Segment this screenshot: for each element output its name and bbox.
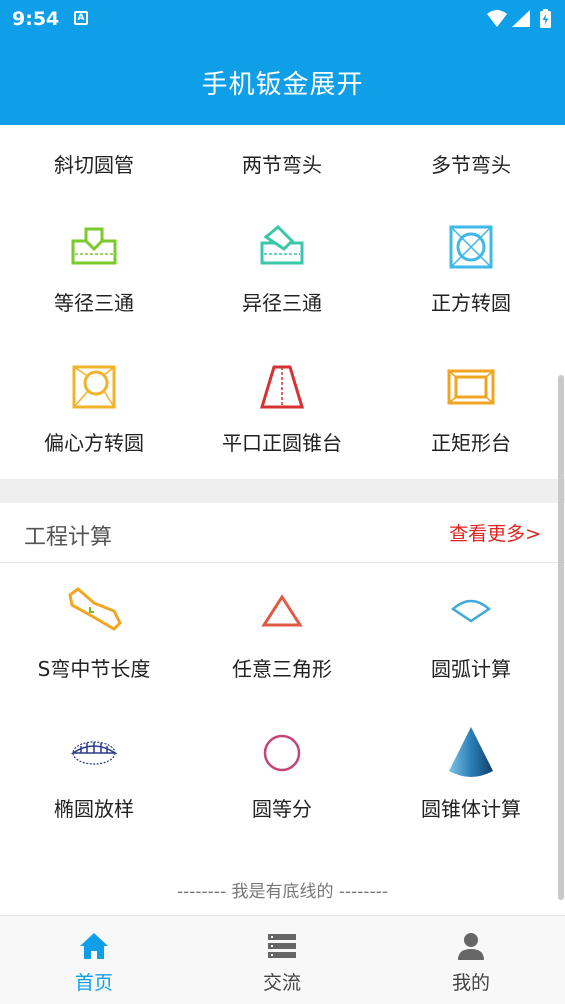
reducing-tee-icon [260,224,304,265]
circle-icon [263,734,301,772]
grid-item-label: 平口正圆锥台 [222,431,342,455]
nav-item-community[interactable]: 交流 [188,916,376,1004]
home-icon [80,933,108,959]
truncated-cone-icon [259,365,305,409]
rectangular-frustum-icon [447,369,495,405]
grid-item-s-bend[interactable]: S弯中节长度 [0,585,188,725]
grid-item-square-to-round[interactable]: 正方转圆 [377,219,565,359]
grid-item-label: 圆锥体计算 [421,797,521,821]
nav-item-home[interactable]: 首页 [0,916,188,1004]
s-bend-icon [68,587,122,631]
grid-item-multi-section-elbow[interactable]: 多节弯头 [377,125,565,203]
grid-item-circle[interactable]: 圆等分 [188,725,376,865]
bottom-nav: 首页 交流 我的 [0,915,565,1004]
grid-item-label: S弯中节长度 [37,657,151,681]
square-to-round-icon [449,225,493,269]
cone-icon [449,727,493,777]
grid-item-ellipse[interactable]: 椭圆放样 [0,725,188,865]
equal-tee-icon [71,227,117,265]
eccentric-square-to-round-icon [72,365,116,409]
grid-item-rectangular-frustum[interactable]: 正矩形台 [377,359,565,499]
grid-item-label: 多节弯头 [431,153,511,177]
person-icon [458,933,484,960]
grid-item-label: 等径三通 [54,291,134,315]
view-more-link[interactable]: 查看更多> [449,519,541,546]
status-bar: 9:54 A [0,0,565,38]
system-status-icons [487,9,551,28]
wifi-icon [487,10,507,27]
grid-item-cone[interactable]: 圆锥体计算 [377,725,565,865]
main-content[interactable]: 斜切圆管 两节弯头 多节弯头 等径三通 异径三通 正方转圆 偏心方转圆 平口正圆… [0,125,565,915]
triangle-icon [261,594,303,627]
grid-item-arc[interactable]: 圆弧计算 [377,585,565,725]
grid-item-two-section-elbow[interactable]: 两节弯头 [188,125,376,203]
calc-panel: S弯中节长度 任意三角形 圆弧计算 椭圆放样 圆等分 圆锥体计算 -------… [0,563,565,915]
grid-item-label: 圆弧计算 [431,657,511,681]
grid-item-eccentric-square-to-round[interactable]: 偏心方转圆 [0,359,188,499]
grid-item-label: 偏心方转圆 [44,431,144,455]
grid-item-reducing-tee[interactable]: 异径三通 [188,219,376,359]
unfold-panel: 斜切圆管 两节弯头 多节弯头 等径三通 异径三通 正方转圆 偏心方转圆 平口正圆… [0,125,565,479]
section-divider [0,479,565,503]
nav-item-label: 首页 [74,972,113,994]
battery-icon [540,9,551,28]
notification-icon: A [74,11,88,25]
scrollbar[interactable] [558,375,564,900]
calc-section-header: 工程计算 查看更多> [0,503,565,563]
page-title: 手机钣金展开 [201,70,364,100]
grid-item-triangle[interactable]: 任意三角形 [188,585,376,725]
grid-item-label: 两节弯头 [242,153,322,177]
calc-section-title: 工程计算 [24,525,113,550]
grid-item-label: 斜切圆管 [54,153,134,177]
grid-item-label: 正方转圆 [431,291,511,315]
nav-item-label: 交流 [262,972,301,994]
grid-item-label: 异径三通 [242,291,322,315]
status-time: 9:54 [12,8,60,30]
end-of-list-note: -------- 我是有底线的 -------- [177,882,388,902]
grid-item-label: 任意三角形 [232,657,332,681]
grid-item-label: 圆等分 [252,797,312,821]
nav-item-label: 我的 [451,972,490,994]
nav-item-profile[interactable]: 我的 [377,916,565,1004]
ellipse-icon [70,741,118,765]
arc-icon [450,599,492,623]
grid-item-truncated-cone[interactable]: 平口正圆锥台 [188,359,376,499]
grid-item-label: 椭圆放样 [54,797,134,821]
grid-item-label: 正矩形台 [431,431,511,455]
app-bar: 手机钣金展开 [0,38,565,125]
list-icon [268,934,296,958]
grid-item-equal-tee[interactable]: 等径三通 [0,219,188,359]
grid-item-oblique-cut-pipe[interactable]: 斜切圆管 [0,125,188,203]
signal-icon [512,10,530,27]
